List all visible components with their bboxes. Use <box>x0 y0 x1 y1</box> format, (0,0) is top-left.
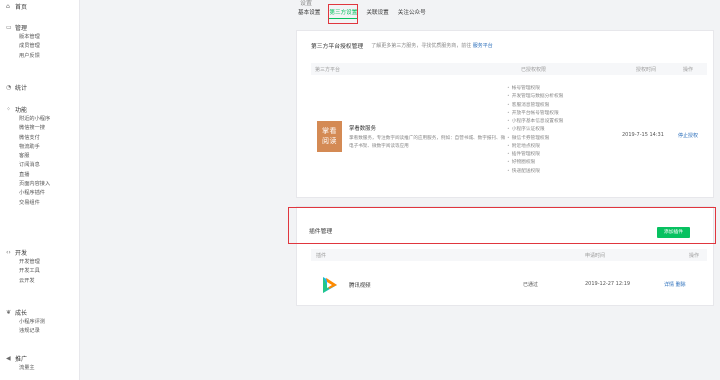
sidebar-item-plugins[interactable]: 小程序插件 <box>0 189 80 198</box>
nav-dev-group: ‹› 开发 开发管理 开发工具 云开发 <box>0 246 80 286</box>
permission-item: 开发管理与数据分析权限 <box>507 93 564 101</box>
permission-item: 帐号管理权限 <box>507 85 563 93</box>
sidebar-item-manage-label: 管理 <box>15 24 28 32</box>
third-party-desc: 了解更多第三方服务，寻找优质服务商，前往 服务平台 <box>371 41 493 50</box>
sidebar-item-service[interactable]: 客服 <box>0 152 80 161</box>
provider-name: 掌看数服务 <box>349 126 376 132</box>
sidebar-item-pay[interactable]: 微信支付 <box>0 134 80 143</box>
sidebar-item-dev[interactable]: ‹› 开发 <box>0 246 80 258</box>
tab-basic[interactable]: 基本设置 <box>298 8 320 19</box>
megaphone-icon: ◀ <box>6 354 11 362</box>
sidebar-item-subscribe[interactable]: 订阅消息 <box>0 161 80 170</box>
growth-icon: ❦ <box>6 308 12 316</box>
permission-item: 开放平台帐号管理权限 <box>507 110 563 118</box>
main-content: 设置 基本设置 第三方设置 关联设置 关注公众号 第三方平台授权管理 了解更多第… <box>282 0 720 380</box>
third-party-table-header: 第三方平台 已授权权限 授权时间 操作 <box>311 63 707 75</box>
auth-time: 2019-7-15 14:31 <box>622 132 664 138</box>
permission-item: 小程序基本信息设置权限 <box>507 118 564 126</box>
grid-icon: ⁘ <box>6 105 12 113</box>
permission-item: 插件管理权限 <box>507 151 563 159</box>
tab-highlight-box <box>328 4 358 24</box>
permission-list: 帐号管理权限 开发管理与数据分析权限 客服消息管理权限 开放平台帐号管理权限 小… <box>507 85 564 176</box>
provider-logo: 掌看 阅读 <box>317 121 342 152</box>
nav-growth-group: ❦ 成长 小程序评测 违规记录 <box>0 306 80 337</box>
sidebar-item-manage[interactable]: ▭ 管理 <box>0 21 80 33</box>
col-plugin-action: 操作 <box>689 253 700 259</box>
plugin-status: 已通过 <box>523 282 539 288</box>
sidebar-item-dev-label: 开发 <box>15 249 28 257</box>
sidebar-item-stats-label: 统计 <box>15 84 28 92</box>
plugin-delete-link[interactable]: 删除 <box>676 282 686 288</box>
col-apply-time: 申请时间 <box>585 253 606 259</box>
tab-related[interactable]: 关联设置 <box>366 8 388 19</box>
nav-home-group: ⌂ 首页 <box>0 0 80 12</box>
nav-stats-group: ◔ 统计 <box>0 81 80 93</box>
sidebar-item-home[interactable]: ⌂ 首页 <box>0 0 80 12</box>
page-title: 设置 <box>300 0 313 7</box>
sidebar-item-stats[interactable]: ◔ 统计 <box>0 81 80 93</box>
plugin-table-header: 插件 申请时间 操作 <box>311 249 707 261</box>
permission-item: 微信卡券管理权限 <box>507 135 563 143</box>
sidebar-item-content[interactable]: 页面内容接入 <box>0 180 80 189</box>
nav-manage-group: ▭ 管理 版本管理 成员管理 用户反馈 <box>0 21 80 61</box>
third-party-desc-text: 了解更多第三方服务，寻找优质服务商，前往 <box>371 42 472 49</box>
plugin-actions: 详情 删除 <box>664 281 686 288</box>
sidebar-item-home-label: 首页 <box>15 3 28 11</box>
permission-item: 快递配送权限 <box>507 168 563 176</box>
sidebar-item-features[interactable]: ⁘ 功能 <box>0 103 80 115</box>
sidebar-item-promo-label: 推广 <box>15 355 28 363</box>
plugin-highlight-box <box>288 207 716 244</box>
sidebar: ⌂ 首页 ▭ 管理 版本管理 成员管理 用户反馈 ◔ 统计 ⁘ 功能 附近的小程序 微信… <box>0 0 80 380</box>
sidebar-item-violations[interactable]: 违规记录 <box>0 327 80 336</box>
home-icon: ⌂ <box>6 2 10 10</box>
nav-promo-group: ◀ 推广 流量主 <box>0 352 80 373</box>
sidebar-item-live[interactable]: 直播 <box>0 171 80 180</box>
sidebar-item-traffic[interactable]: 流量主 <box>0 364 80 373</box>
service-platform-link[interactable]: 服务平台 <box>473 43 493 49</box>
permission-item: 客服消息管理权限 <box>507 102 563 110</box>
permission-item: 好物圈权限 <box>507 159 563 167</box>
sidebar-item-search[interactable]: 微信搜一搜 <box>0 124 80 133</box>
sidebar-item-version[interactable]: 版本管理 <box>0 33 80 42</box>
col-auth-time: 授权时间 <box>636 67 657 73</box>
sidebar-item-growth[interactable]: ❦ 成长 <box>0 306 80 318</box>
tencent-video-icon <box>323 277 337 293</box>
col-plugin: 插件 <box>316 253 327 259</box>
sidebar-item-nearby[interactable]: 附近的小程序 <box>0 115 80 124</box>
third-party-header: 第三方平台授权管理 了解更多第三方服务，寻找优质服务商，前往 服务平台 <box>311 41 493 51</box>
settings-tabs: 基本设置 第三方设置 关联设置 关注公众号 <box>298 8 435 19</box>
sidebar-item-growth-label: 成长 <box>15 309 28 317</box>
permission-item: 小程序认证权限 <box>507 126 563 134</box>
col-platform: 第三方平台 <box>315 67 341 73</box>
sidebar-item-logistics[interactable]: 物流助手 <box>0 143 80 152</box>
col-permissions: 已授权权限 <box>521 67 547 73</box>
plugin-apply-time: 2019-12-27 12:19 <box>585 281 631 287</box>
provider-desc: 掌看数服务，专注数字阅读推广的应用服务，例如：自营书城、数字报刊、微电子书架、微… <box>349 136 506 149</box>
tab-follow[interactable]: 关注公众号 <box>398 8 426 19</box>
stop-auth-link[interactable]: 停止授权 <box>678 132 698 139</box>
manage-icon: ▭ <box>6 23 12 31</box>
sidebar-item-members[interactable]: 成员管理 <box>0 42 80 51</box>
code-icon: ‹› <box>6 248 11 256</box>
sidebar-item-dev-tools[interactable]: 开发工具 <box>0 267 80 276</box>
sidebar-item-features-label: 功能 <box>15 106 28 114</box>
sidebar-item-dev-manage[interactable]: 开发管理 <box>0 258 80 267</box>
sidebar-item-cloud[interactable]: 云开发 <box>0 277 80 286</box>
nav-features-group: ⁘ 功能 附近的小程序 微信搜一搜 微信支付 物流助手 客服 订阅消息 直播 页面… <box>0 103 80 208</box>
third-party-card: 第三方平台授权管理 了解更多第三方服务，寻找优质服务商，前往 服务平台 第三方平… <box>296 30 714 198</box>
plugin-name: 腾讯视频 <box>349 283 371 289</box>
sidebar-item-promo[interactable]: ◀ 推广 <box>0 352 80 364</box>
third-party-title: 第三方平台授权管理 <box>311 44 364 50</box>
sidebar-item-trade[interactable]: 交易组件 <box>0 199 80 208</box>
stats-icon: ◔ <box>6 83 12 91</box>
sidebar-item-evaluation[interactable]: 小程序评测 <box>0 318 80 327</box>
col-action: 操作 <box>683 67 694 73</box>
plugin-detail-link[interactable]: 详情 <box>664 282 674 288</box>
sidebar-item-feedback[interactable]: 用户反馈 <box>0 52 80 61</box>
permission-item: 附近地点权限 <box>507 143 563 151</box>
